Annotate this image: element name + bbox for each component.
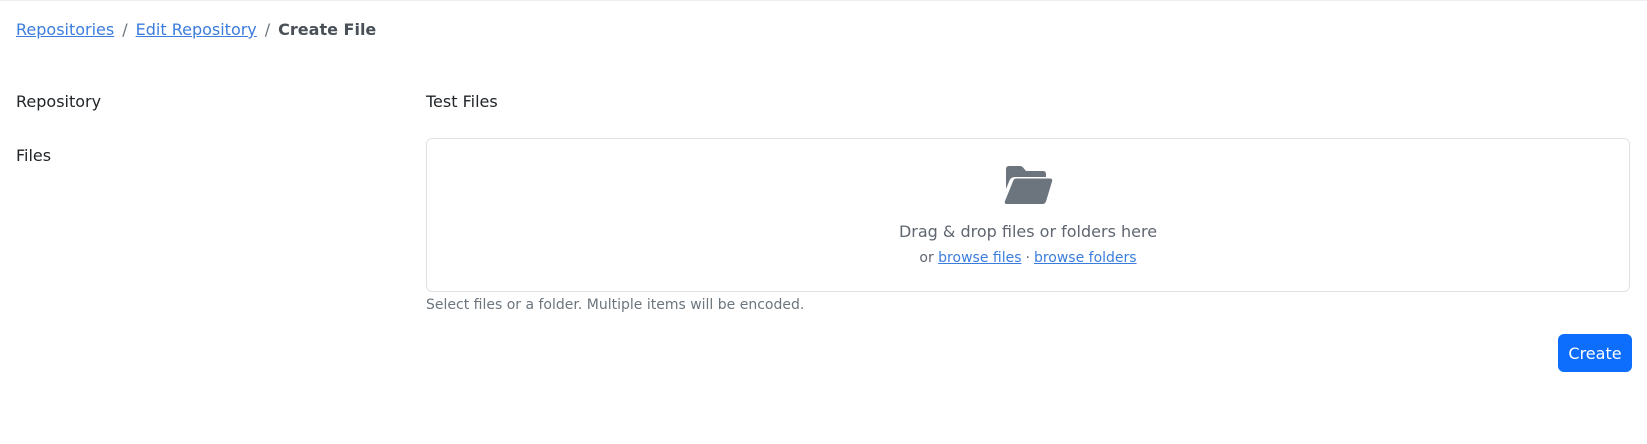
breadcrumb-separator: / xyxy=(264,20,271,39)
repository-label: Repository xyxy=(16,92,102,111)
dropzone-browse-line: or browse files · browse folders xyxy=(427,250,1629,266)
files-help-text: Select files or a folder. Multiple items… xyxy=(426,297,805,313)
file-dropzone[interactable]: Drag & drop files or folders here or bro… xyxy=(426,138,1630,292)
dropzone-or-text: or xyxy=(919,250,934,266)
breadcrumb-edit-repository-link[interactable]: Edit Repository xyxy=(136,20,257,39)
dropzone-title: Drag & drop files or folders here xyxy=(898,222,1158,241)
create-button[interactable]: Create xyxy=(1558,334,1632,372)
browse-folders-link[interactable]: browse folders xyxy=(1034,250,1137,266)
breadcrumb-repositories-link[interactable]: Repositories xyxy=(16,20,114,39)
breadcrumb: Repositories / Edit Repository / Create … xyxy=(16,20,376,39)
browse-divider: · xyxy=(1025,250,1030,266)
repository-value: Test Files xyxy=(426,92,498,111)
folder-open-icon xyxy=(1004,166,1053,204)
browse-files-link[interactable]: browse files xyxy=(938,250,1021,266)
breadcrumb-separator: / xyxy=(122,20,128,39)
top-divider xyxy=(0,0,1647,1)
breadcrumb-current: Create File xyxy=(278,20,377,39)
files-label: Files xyxy=(16,146,52,165)
